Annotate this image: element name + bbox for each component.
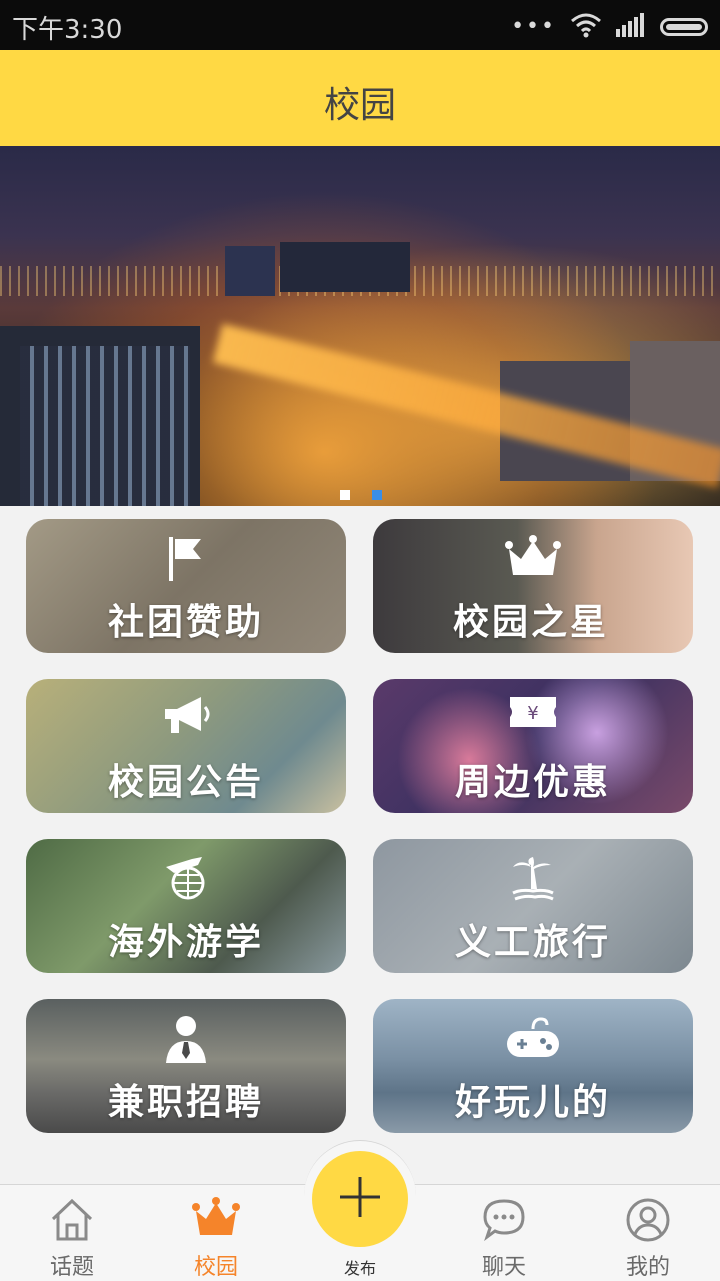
user-icon bbox=[625, 1197, 671, 1247]
signal-icon bbox=[616, 13, 646, 41]
status-time: 下午3:30 bbox=[12, 15, 123, 45]
gamepad-icon bbox=[503, 1015, 563, 1063]
tile-label: 海外游学 bbox=[107, 922, 264, 963]
tile-nearby-deals[interactable]: ¥ 周边优惠 bbox=[373, 679, 693, 813]
publish-container: 发布 bbox=[304, 1140, 416, 1281]
publish-button[interactable] bbox=[312, 1151, 408, 1247]
megaphone-icon bbox=[161, 695, 211, 741]
crown-icon bbox=[192, 1197, 240, 1243]
tab-label: 校园 bbox=[193, 1255, 238, 1280]
wifi-icon bbox=[570, 12, 602, 42]
tab-label: 话题 bbox=[49, 1255, 94, 1280]
tile-study-abroad[interactable]: 海外游学 bbox=[26, 839, 346, 973]
battery-icon bbox=[660, 18, 708, 36]
tile-label: 好玩儿的 bbox=[454, 1082, 611, 1123]
tile-volunteer-travel[interactable]: 义工旅行 bbox=[373, 839, 693, 973]
tile-label: 社团赞助 bbox=[107, 602, 264, 643]
tile-fun-stuff[interactable]: 好玩儿的 bbox=[373, 999, 693, 1133]
chat-bubble-icon bbox=[481, 1197, 527, 1245]
tile-label: 义工旅行 bbox=[454, 922, 611, 963]
tile-label: 校园之星 bbox=[453, 602, 610, 643]
tile-club-sponsor[interactable]: 社团赞助 bbox=[26, 519, 346, 653]
tab-label: 聊天 bbox=[481, 1255, 526, 1280]
tile-label: 兼职招聘 bbox=[107, 1082, 264, 1123]
crown-icon bbox=[505, 535, 561, 583]
plus-icon bbox=[338, 1175, 382, 1223]
pager-dot-active bbox=[372, 490, 382, 500]
tile-part-time-jobs[interactable]: 兼职招聘 bbox=[26, 999, 346, 1133]
tab-topics[interactable]: 话题 bbox=[12, 1185, 132, 1281]
tile-campus-star[interactable]: 校园之星 bbox=[373, 519, 693, 653]
pager-dot bbox=[340, 490, 350, 500]
tile-label: 校园公告 bbox=[107, 762, 264, 803]
coupon-icon: ¥ bbox=[508, 695, 558, 733]
plane-globe-icon bbox=[162, 855, 210, 905]
tab-campus[interactable]: 校园 bbox=[156, 1185, 276, 1281]
svg-text:¥: ¥ bbox=[527, 703, 538, 724]
tab-chat[interactable]: 聊天 bbox=[444, 1185, 564, 1281]
tab-label: 我的 bbox=[625, 1255, 670, 1280]
palm-island-icon bbox=[509, 855, 557, 905]
banner-carousel[interactable] bbox=[0, 146, 720, 506]
app-header: 校园 bbox=[0, 50, 720, 146]
tab-mine[interactable]: 我的 bbox=[588, 1185, 708, 1281]
tile-label: 周边优惠 bbox=[454, 762, 611, 803]
status-bar: 下午3:30 ••• bbox=[0, 0, 720, 50]
person-tie-icon bbox=[164, 1015, 208, 1067]
tile-campus-notice[interactable]: 校园公告 bbox=[26, 679, 346, 813]
publish-label: 发布 bbox=[343, 1259, 376, 1278]
banner-pager bbox=[340, 490, 382, 500]
flag-icon bbox=[163, 535, 209, 587]
status-dots: ••• bbox=[511, 14, 556, 39]
page-title: 校园 bbox=[323, 85, 396, 126]
home-icon bbox=[49, 1197, 95, 1245]
